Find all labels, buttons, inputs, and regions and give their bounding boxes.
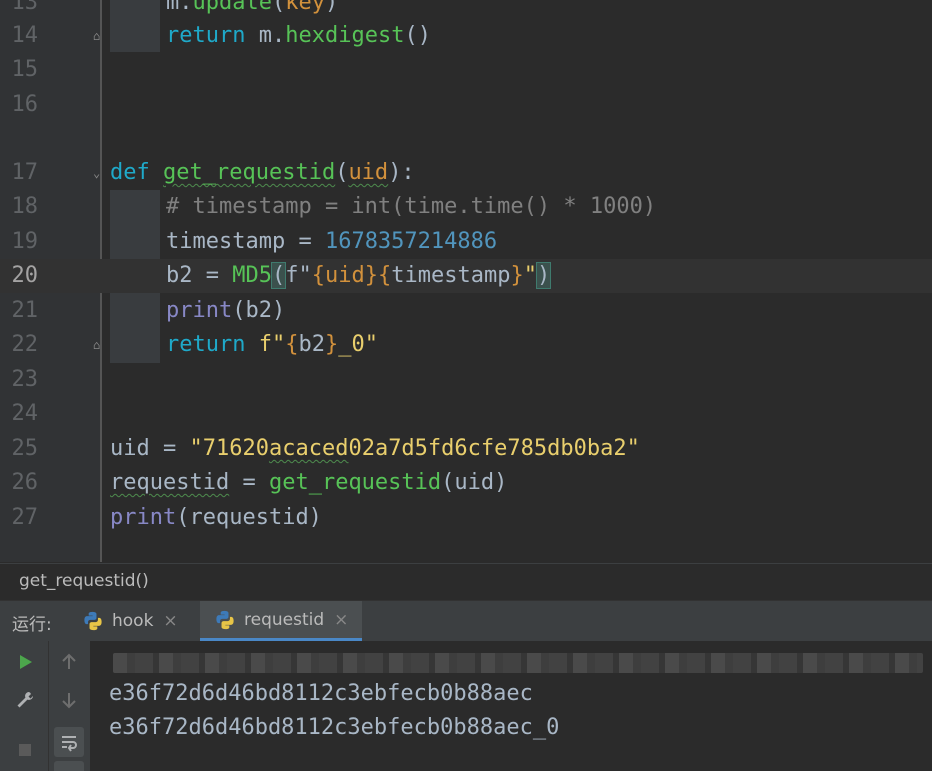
line-number: 26 bbox=[11, 470, 39, 495]
code-line-20[interactable]: 20 b2 = MD5(f"{uid}{timestamp}") bbox=[0, 259, 932, 293]
line-number: 22 bbox=[11, 332, 39, 357]
line-number: 19 bbox=[11, 229, 39, 254]
line-number: 17 bbox=[11, 160, 39, 185]
scroll-down-icon[interactable] bbox=[56, 687, 82, 713]
code-text[interactable]: print(b2) bbox=[166, 294, 285, 328]
code-line-24[interactable]: 24 bbox=[0, 397, 932, 431]
fold-end-icon[interactable]: ⌂ bbox=[93, 339, 106, 352]
wrench-icon[interactable] bbox=[12, 687, 38, 713]
code-text[interactable]: requestid = get_requestid(uid) bbox=[110, 466, 507, 500]
code-text[interactable]: uid = "71620acaced02a7d5fd6cfe785db0ba2" bbox=[110, 432, 640, 466]
line-number: 24 bbox=[11, 401, 39, 426]
code-text[interactable]: m.update(key) bbox=[166, 0, 338, 20]
line-number: 13 bbox=[11, 0, 39, 15]
run-label: 运行: bbox=[12, 615, 52, 635]
run-console[interactable]: e36f72d6d46bd8112c3ebfecb0b88aec e36f72d… bbox=[91, 641, 932, 771]
scroll-up-icon[interactable] bbox=[56, 649, 82, 675]
code-line-21[interactable]: 21 print(b2) bbox=[0, 294, 932, 328]
code-editor[interactable]: 13 m.update(key) 14 ⌂ return m.hexdigest… bbox=[0, 0, 932, 562]
tab-label: requestid bbox=[244, 609, 325, 630]
line-number: 27 bbox=[11, 505, 39, 530]
line-number: 15 bbox=[11, 57, 39, 82]
code-line-13[interactable]: 13 m.update(key) bbox=[0, 0, 932, 20]
stop-icon[interactable] bbox=[12, 737, 38, 763]
close-icon[interactable]: × bbox=[334, 610, 348, 630]
console-output-line[interactable]: e36f72d6d46bd8112c3ebfecb0b88aec_0 bbox=[109, 711, 559, 745]
rerun-icon[interactable] bbox=[12, 649, 38, 675]
code-line-15[interactable]: 15 bbox=[0, 53, 932, 87]
console-output-line[interactable]: e36f72d6d46bd8112c3ebfecb0b88aec bbox=[109, 677, 533, 711]
line-number: 16 bbox=[11, 92, 39, 117]
code-line-19[interactable]: 19 timestamp = 1678357214886 bbox=[0, 225, 932, 259]
line-number: 23 bbox=[11, 367, 39, 392]
code-vision-hint-row bbox=[0, 122, 932, 156]
breadcrumb[interactable]: get_requestid() bbox=[0, 563, 932, 600]
soft-wrap-icon[interactable] bbox=[54, 727, 84, 757]
code-text[interactable]: return f"{b2}_0" bbox=[166, 328, 378, 362]
code-line-25[interactable]: 25 uid = "71620acaced02a7d5fd6cfe785db0b… bbox=[0, 432, 932, 466]
close-icon[interactable]: × bbox=[163, 611, 177, 631]
tab-hook[interactable]: hook × bbox=[82, 601, 178, 641]
code-line-26[interactable]: 26 requestid = get_requestid(uid) bbox=[0, 466, 932, 500]
line-number: 18 bbox=[11, 194, 39, 219]
code-line-22[interactable]: 22 ⌂ return f"{b2}_0" bbox=[0, 328, 932, 362]
python-icon bbox=[216, 610, 234, 629]
python-icon bbox=[84, 611, 102, 631]
redacted-command-line bbox=[113, 653, 923, 673]
tab-label: hook bbox=[112, 611, 154, 631]
code-line-16[interactable]: 16 bbox=[0, 88, 932, 122]
breadcrumb-item[interactable]: get_requestid() bbox=[19, 571, 149, 591]
line-number: 20 bbox=[11, 263, 39, 288]
code-line-17[interactable]: 17 ⌄ def get_requestid(uid): bbox=[0, 156, 932, 190]
code-line-14[interactable]: 14 ⌂ return m.hexdigest() bbox=[0, 19, 932, 53]
code-line-23[interactable]: 23 bbox=[0, 363, 932, 397]
code-text[interactable]: b2 = MD5(f"{uid}{timestamp}") bbox=[166, 259, 552, 293]
code-line-27[interactable]: 27 print(requestid) bbox=[0, 501, 932, 535]
line-number: 25 bbox=[11, 436, 39, 461]
fold-end-icon[interactable]: ⌂ bbox=[93, 30, 106, 43]
code-text[interactable]: return m.hexdigest() bbox=[166, 19, 431, 53]
fold-start-icon[interactable]: ⌄ bbox=[93, 167, 106, 180]
code-text[interactable]: timestamp = 1678357214886 bbox=[166, 225, 497, 259]
toolbar-divider bbox=[48, 641, 49, 771]
code-text[interactable]: print(requestid) bbox=[110, 501, 322, 535]
code-line-18[interactable]: 18 # timestamp = int(time.time() * 1000) bbox=[0, 190, 932, 224]
tab-requestid[interactable]: requestid × bbox=[200, 601, 363, 641]
run-tool-window-header: 运行: hook × requestid × bbox=[0, 600, 932, 641]
code-comment[interactable]: # timestamp = int(time.time() * 1000) bbox=[166, 190, 656, 224]
line-number: 14 bbox=[11, 23, 39, 48]
run-toolbar bbox=[0, 641, 90, 771]
code-text[interactable]: def get_requestid(uid): bbox=[110, 156, 415, 190]
line-number: 21 bbox=[11, 298, 39, 323]
toolbar-more-icon[interactable] bbox=[54, 761, 84, 771]
